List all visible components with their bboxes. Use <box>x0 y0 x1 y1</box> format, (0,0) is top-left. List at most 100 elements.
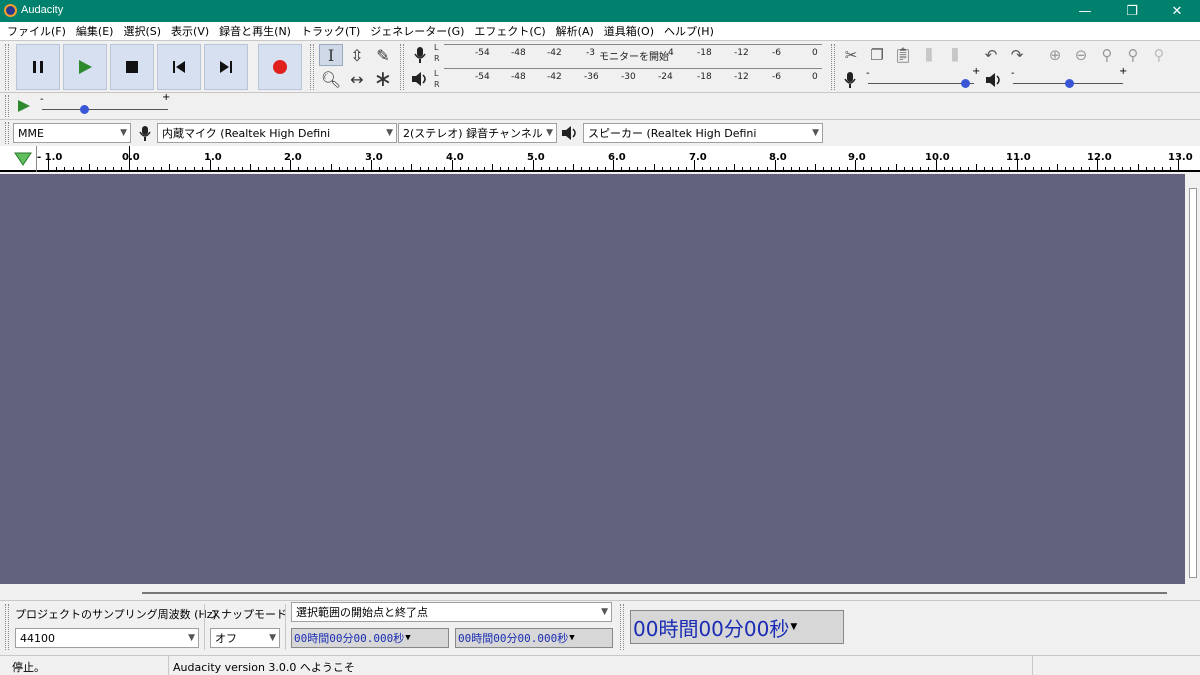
ruler-tick <box>742 167 744 170</box>
record-meter-button[interactable] <box>409 44 431 66</box>
project-rate-value: 44100 <box>20 631 55 645</box>
toolbar-grip[interactable] <box>831 44 835 90</box>
vertical-scroll-thumb[interactable] <box>1189 188 1197 578</box>
paste-button[interactable]: 📋︎ <box>892 44 914 66</box>
zoom-tool-button[interactable]: 🔍︎ <box>319 68 343 90</box>
playback-volume-slider[interactable]: - + <box>1011 66 1127 90</box>
menu-generate[interactable]: ジェネレーター(G) <box>366 23 470 39</box>
record-meter[interactable]: -54 -48 -42 -3 モニターを開始 4 -18 -12 -6 0 <box>444 44 822 66</box>
recording-channels-select[interactable]: 2(ステレオ) 録音チャンネル ▼ <box>398 123 557 143</box>
skip-to-start-button[interactable] <box>157 44 201 90</box>
cut-button[interactable]: ✂ <box>840 44 862 66</box>
ruler-tick <box>88 164 90 170</box>
play-at-speed-button[interactable] <box>13 96 35 116</box>
ruler-tick <box>774 160 776 170</box>
ruler-tick <box>72 167 74 170</box>
selection-tool-button[interactable]: I <box>319 44 343 66</box>
selection-start-time[interactable]: 00時間00分00.000秒 ▼ <box>291 628 449 648</box>
selection-mode-select[interactable]: 選択範囲の開始点と終了点 ▼ <box>291 602 612 622</box>
chevron-down-icon[interactable]: ▼ <box>790 622 797 632</box>
recording-device-select[interactable]: 内蔵マイク (Realtek High Defini ▼ <box>157 123 397 143</box>
ruler-tick <box>701 167 703 170</box>
project-rate-select[interactable]: 44100 ▼ <box>15 628 199 648</box>
ruler-tick <box>1153 167 1155 170</box>
ruler-tick <box>467 167 469 170</box>
toolbar-grip[interactable] <box>5 95 9 117</box>
ruler-tick <box>266 167 268 170</box>
ruler-tick <box>104 167 106 170</box>
toolbar-grip[interactable] <box>310 44 314 90</box>
menu-select[interactable]: 選択(S) <box>119 23 167 39</box>
menu-file[interactable]: ファイル(F) <box>3 23 72 39</box>
horizontal-scroll-thumb[interactable] <box>142 592 1167 594</box>
slider-thumb[interactable] <box>80 105 89 114</box>
start-monitoring-label[interactable]: モニターを開始 <box>599 48 669 63</box>
ruler-tick <box>548 167 550 170</box>
track-panel[interactable] <box>0 174 1185 584</box>
toolbar-grip[interactable] <box>400 44 404 90</box>
skip-to-end-button[interactable] <box>204 44 248 90</box>
menu-edit[interactable]: 編集(E) <box>72 23 120 39</box>
menu-help[interactable]: ヘルプ(H) <box>660 23 720 39</box>
timeline-ruler[interactable]: - 1.0 0.0 1.0 2.0 3.0 4.0 5.0 6.0 7.0 8.… <box>0 146 1200 172</box>
toolbar-grip[interactable] <box>5 122 9 144</box>
ruler-tick <box>968 167 970 170</box>
ruler-label: 1.0 <box>204 152 222 163</box>
ruler-tick <box>572 164 574 170</box>
pause-button[interactable] <box>16 44 60 90</box>
copy-button[interactable]: ❐ <box>866 44 888 66</box>
vertical-scrollbar[interactable] <box>1186 174 1200 584</box>
snap-mode-select[interactable]: オフ ▼ <box>210 628 280 648</box>
toolbar-grip[interactable] <box>5 604 9 650</box>
playback-meter-button[interactable] <box>409 68 431 90</box>
menu-tools[interactable]: 道具箱(O) <box>600 23 660 39</box>
slider-max-label: + <box>162 92 171 103</box>
ruler-tick <box>524 167 526 170</box>
fit-project-button[interactable]: ⚲ <box>1122 44 1144 66</box>
audio-position-display[interactable]: 00時間00分00秒 ▼ <box>630 610 844 644</box>
toolbar-grip[interactable] <box>5 44 9 90</box>
playback-device-select[interactable]: スピーカー (Realtek High Defini ▼ <box>583 123 823 143</box>
slider-thumb[interactable] <box>1065 79 1074 88</box>
ruler-tick <box>330 164 332 170</box>
zoom-out-button[interactable]: ⊖ <box>1070 44 1092 66</box>
chevron-down-icon[interactable]: ▼ <box>405 633 410 643</box>
selection-end-time[interactable]: 00時間00分00.000秒 ▼ <box>455 628 613 648</box>
pin-play-head-icon[interactable] <box>14 152 32 166</box>
record-button[interactable] <box>258 44 302 90</box>
multi-tool-button[interactable]: ∗ <box>371 67 395 92</box>
menu-tracks[interactable]: トラック(T) <box>297 23 366 39</box>
draw-tool-button[interactable]: ✎ <box>371 44 395 66</box>
menu-analyze[interactable]: 解析(A) <box>552 23 600 39</box>
trim-button[interactable]: ⫼ <box>918 44 940 66</box>
toolbar-grip[interactable] <box>620 604 624 650</box>
playback-speed-slider[interactable]: - + <box>38 92 172 116</box>
audio-host-select[interactable]: MME ▼ <box>13 123 131 143</box>
close-button[interactable]: ✕ <box>1154 0 1200 22</box>
chevron-down-icon[interactable]: ▼ <box>569 633 574 643</box>
zoom-in-button[interactable]: ⊕ <box>1044 44 1066 66</box>
audio-position-value: 00時間00分00秒 <box>633 616 790 641</box>
playback-meter[interactable]: -54 -48 -42 -36 -30 -24 -18 -12 -6 0 <box>444 68 822 90</box>
stop-button[interactable] <box>110 44 154 90</box>
redo-button[interactable]: ↷ <box>1006 44 1028 66</box>
minimize-button[interactable]: — <box>1062 0 1108 22</box>
slider-thumb[interactable] <box>961 79 970 88</box>
time-shift-tool-button[interactable]: ↔ <box>345 68 369 90</box>
menu-view[interactable]: 表示(V) <box>167 23 215 39</box>
chevron-down-icon: ▼ <box>120 128 127 138</box>
ruler-tick <box>306 167 308 170</box>
horizontal-scrollbar[interactable] <box>0 584 1186 600</box>
zoom-toggle-button[interactable]: ⚲ <box>1148 44 1170 66</box>
menu-effect[interactable]: エフェクト(C) <box>470 23 551 39</box>
restore-button[interactable]: ❐ <box>1109 0 1155 22</box>
play-button[interactable] <box>63 44 107 90</box>
undo-button[interactable]: ↶ <box>980 44 1002 66</box>
fit-selection-button[interactable]: ⚲ <box>1096 44 1118 66</box>
envelope-tool-button[interactable]: ⇳ <box>345 44 369 66</box>
chevron-down-icon: ▼ <box>269 633 276 643</box>
recording-volume-slider[interactable]: - + <box>866 66 980 90</box>
menu-transport[interactable]: 録音と再生(N) <box>215 23 297 39</box>
silence-button[interactable]: ⫼ <box>944 44 966 66</box>
ruler-tick <box>863 167 865 170</box>
